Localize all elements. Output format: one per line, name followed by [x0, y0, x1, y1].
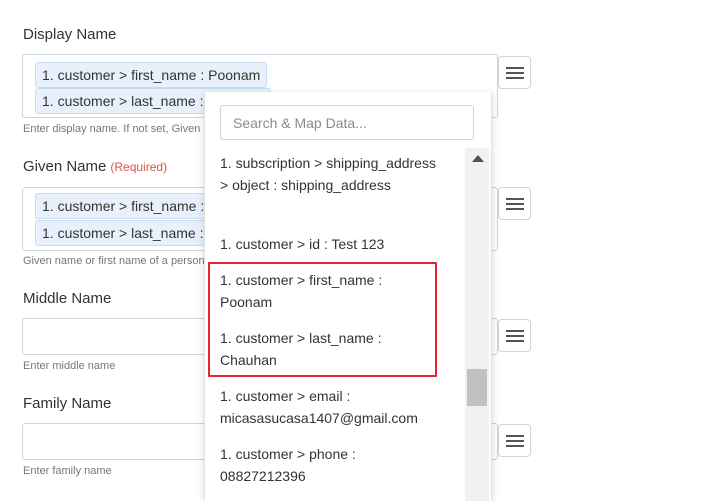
family-name-label: Family Name — [23, 395, 112, 412]
middle-name-helper: Enter middle name — [23, 360, 116, 372]
hamburger-icon — [505, 329, 524, 332]
given-name-helper: Given name or first name of a person — [23, 255, 205, 267]
display-name-label: Display Name — [23, 26, 117, 43]
dropdown-option[interactable]: 1. customer > email : micasasucasa1407@g… — [220, 385, 460, 429]
mapped-chip[interactable]: 1. customer > first_name : Poonam — [35, 62, 268, 88]
family-name-helper: Enter family name — [23, 465, 112, 477]
dropdown-option[interactable]: 1. customer > id : Test 123 — [220, 233, 445, 255]
given-name-label-text: Given Name — [23, 158, 107, 175]
hamburger-icon — [505, 197, 524, 200]
scroll-thumb[interactable] — [467, 369, 487, 406]
dropdown-option[interactable]: 1. subscription > shipping_address > obj… — [220, 152, 445, 196]
hamburger-icon — [505, 66, 524, 69]
map-data-menu-button[interactable] — [498, 187, 531, 220]
map-data-menu-button[interactable] — [498, 56, 531, 89]
map-data-dropdown: 1. subscription > shipping_address > obj… — [204, 92, 492, 501]
map-data-menu-button[interactable] — [498, 319, 531, 352]
highlight-box — [208, 262, 437, 377]
map-data-menu-button[interactable] — [498, 424, 531, 457]
dropdown-scrollbar[interactable] — [465, 148, 489, 501]
middle-name-label: Middle Name — [23, 290, 112, 307]
hamburger-icon — [505, 434, 524, 437]
scroll-up-arrow-icon[interactable] — [472, 155, 484, 162]
dropdown-option[interactable]: 1. customer > phone : 08827212396 — [220, 443, 410, 487]
required-badge: (Required) — [110, 160, 168, 174]
given-name-label: Given Name (Required) — [23, 158, 167, 175]
search-map-data-input[interactable] — [220, 105, 474, 140]
